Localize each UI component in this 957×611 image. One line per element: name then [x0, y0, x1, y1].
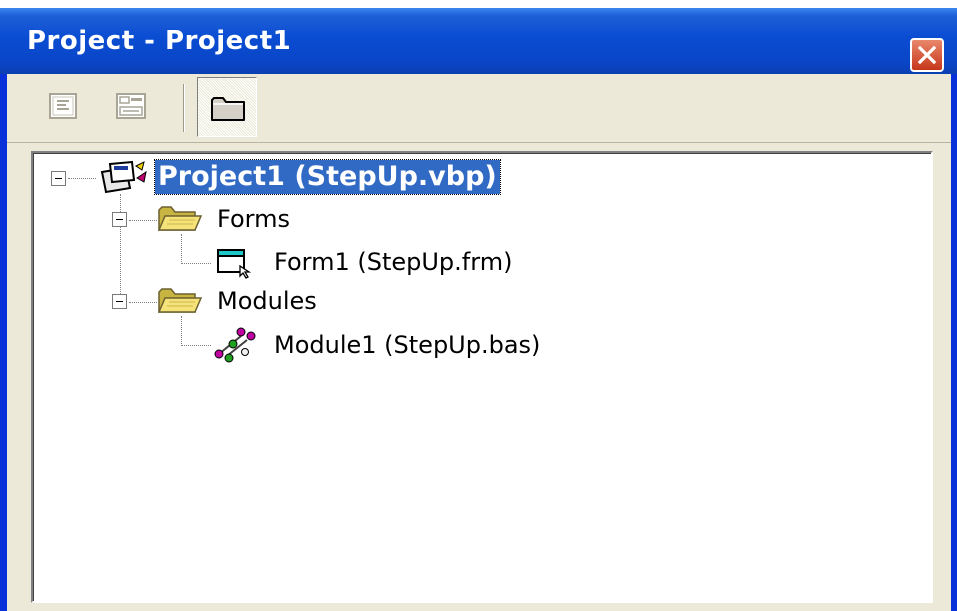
tree-line [129, 302, 157, 303]
tree-line [181, 345, 211, 346]
view-code-icon [49, 93, 77, 119]
tree-line [68, 178, 96, 179]
toolbar [7, 74, 951, 143]
window-left-border [0, 8, 7, 611]
project-tree[interactable]: Project1 (StepUp.vbp) Forms Form1 (StepU… [31, 151, 933, 603]
tree-line [129, 220, 157, 221]
close-button[interactable] [910, 38, 944, 72]
window-title: Project - Project1 [27, 26, 292, 56]
toggle-folders-button[interactable] [197, 77, 257, 137]
tree-node-modules[interactable]: Modules [217, 286, 317, 316]
collapse-forms-button[interactable] [112, 212, 127, 227]
close-x-icon [917, 45, 937, 65]
tree-line [181, 263, 211, 264]
folder-icon [211, 97, 245, 121]
collapse-project-button[interactable] [51, 171, 66, 186]
toolbar-separator [183, 84, 185, 132]
tree-line [181, 316, 182, 346]
tree-node-module1[interactable]: Module1 (StepUp.bas) [274, 330, 540, 360]
module-icon [214, 327, 256, 363]
tree-line [120, 194, 121, 302]
view-object-icon [116, 93, 146, 119]
view-object-button[interactable] [104, 80, 158, 134]
form-icon [217, 249, 252, 279]
view-code-button[interactable] [37, 80, 91, 134]
tree-line [181, 234, 182, 264]
tree-node-project[interactable]: Project1 (StepUp.vbp) [154, 159, 501, 195]
title-bar[interactable]: Project - Project1 [0, 8, 957, 74]
tree-node-form1[interactable]: Form1 (StepUp.frm) [274, 247, 512, 277]
window-right-border [951, 8, 957, 611]
project-icon [100, 160, 147, 194]
collapse-modules-button[interactable] [112, 294, 127, 309]
tree-view-content: Project1 (StepUp.vbp) Forms Form1 (StepU… [33, 153, 931, 601]
open-folder-icon [157, 288, 203, 313]
tree-node-forms[interactable]: Forms [217, 204, 290, 234]
open-folder-icon [157, 206, 203, 231]
